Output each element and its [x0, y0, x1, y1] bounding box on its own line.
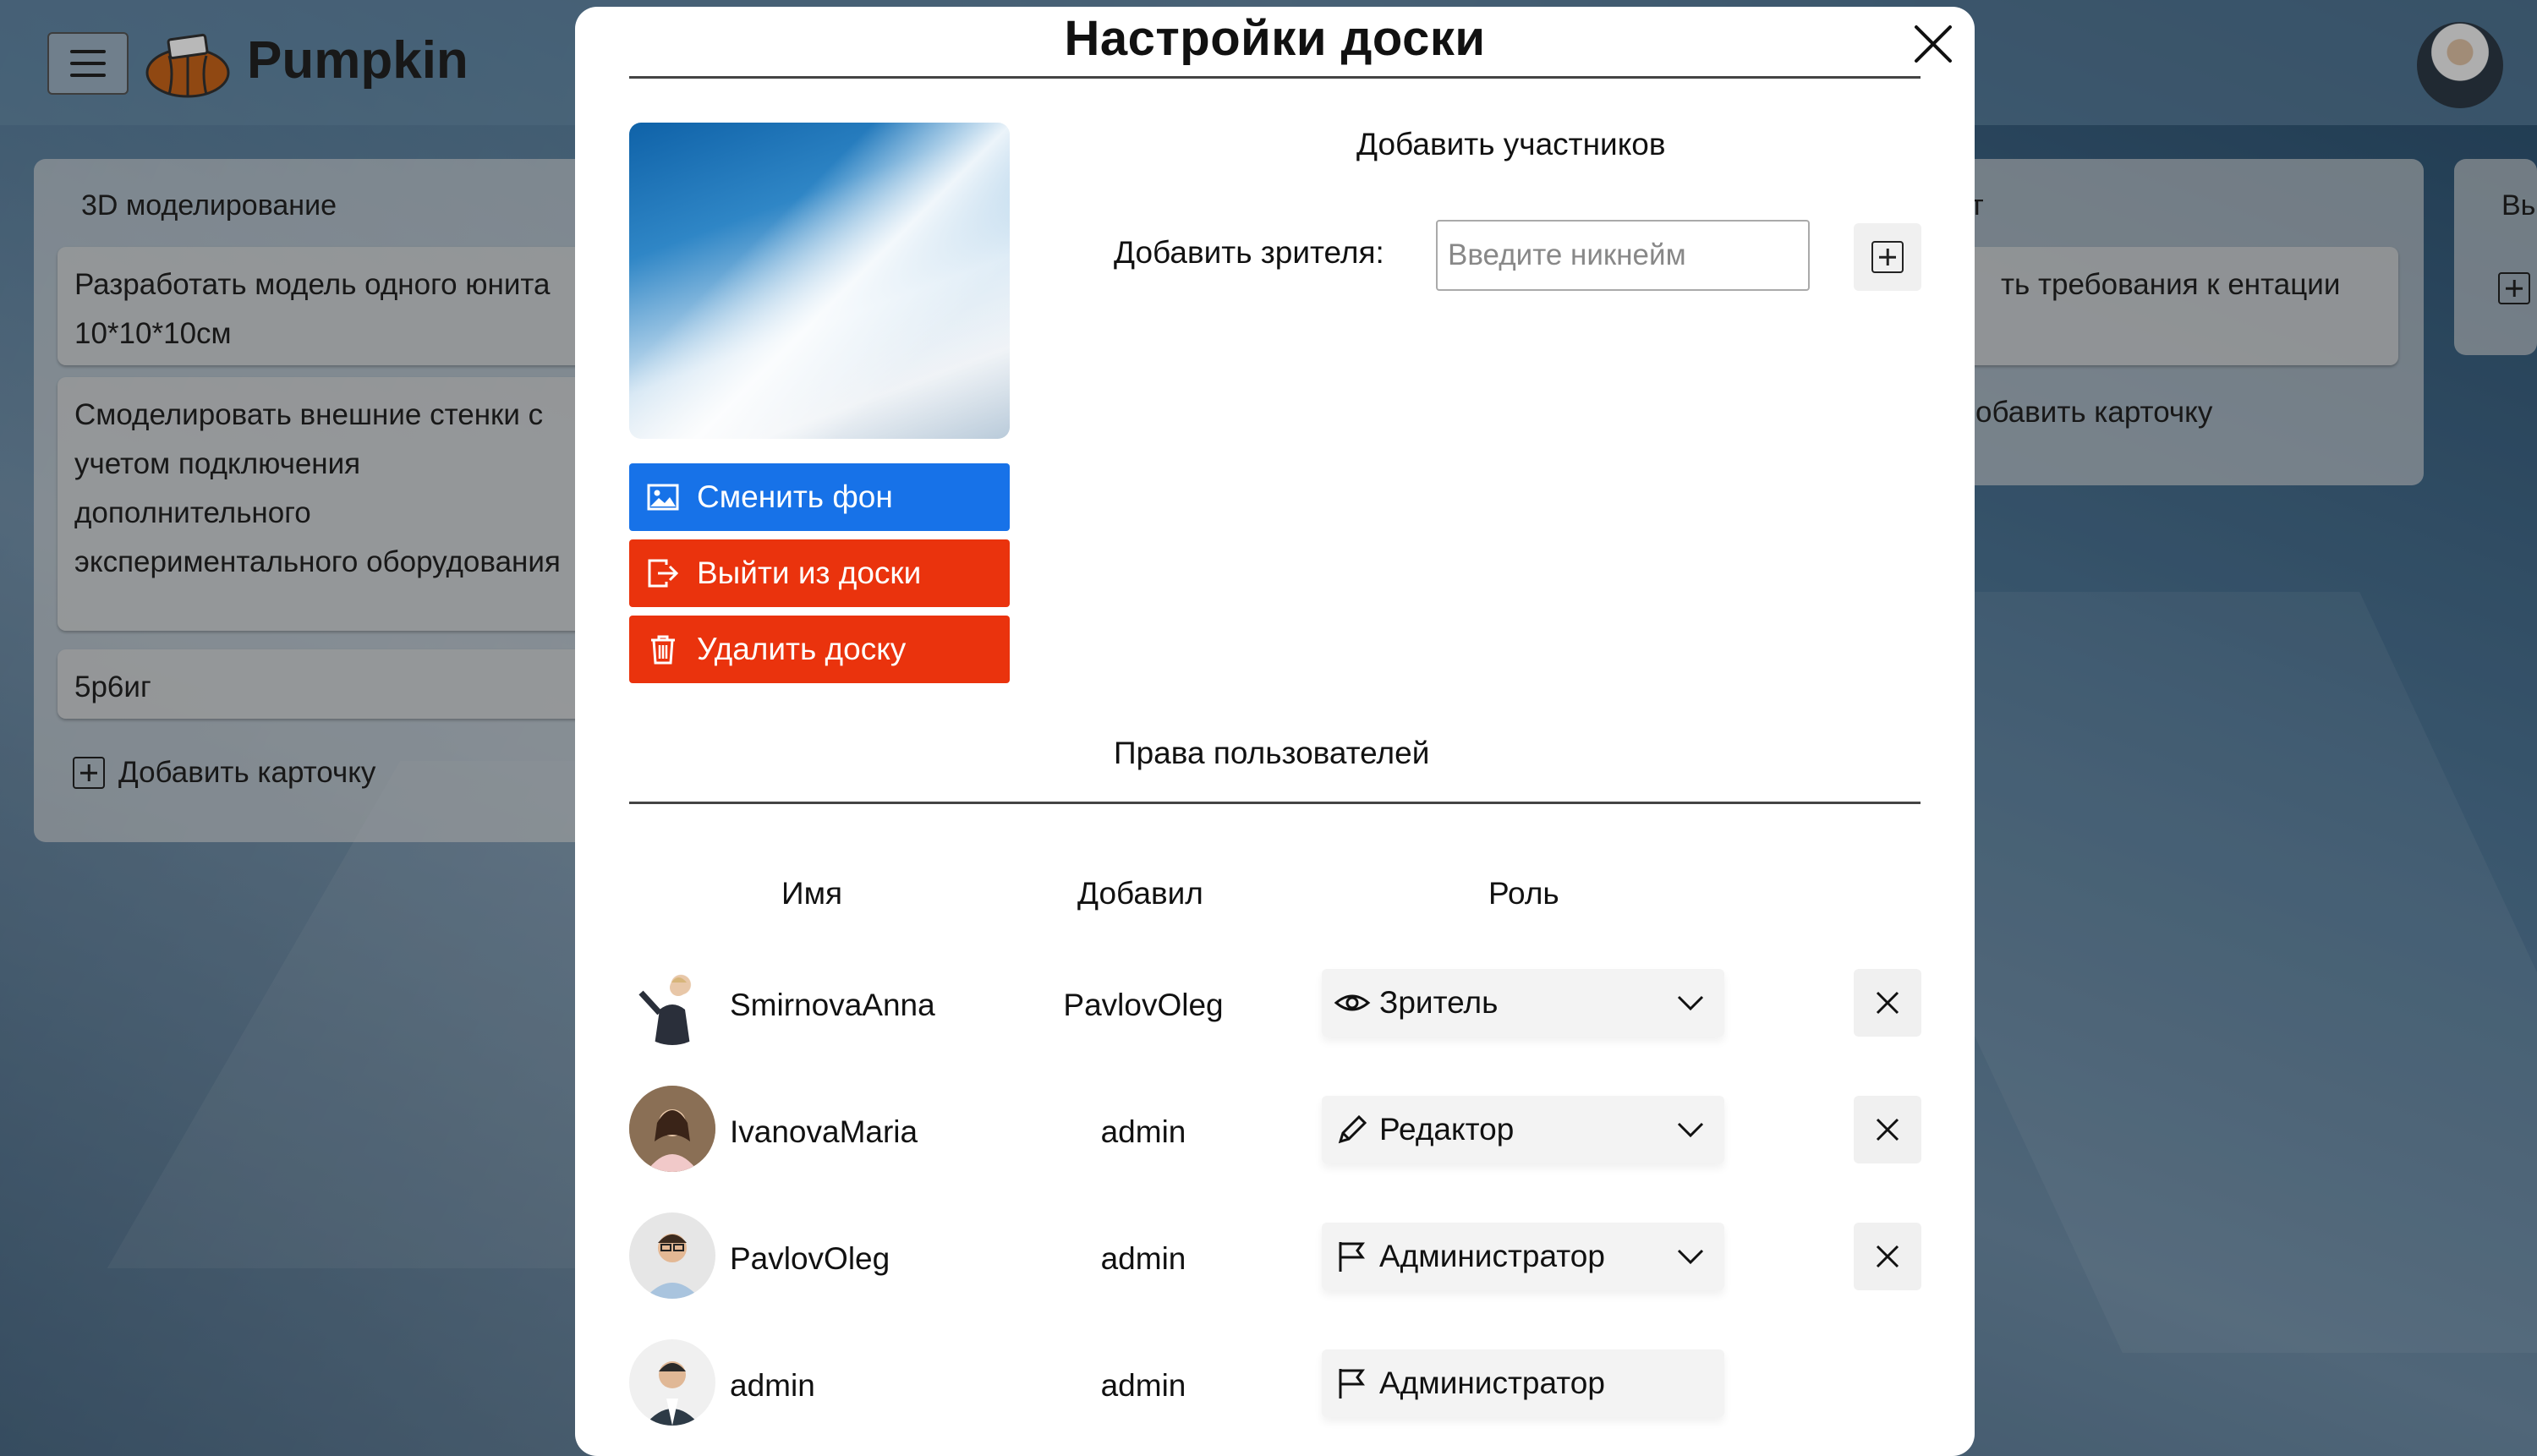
delete-board-button[interactable]: Удалить доску [629, 616, 1010, 683]
column-header-name: Имя [781, 876, 843, 911]
leave-board-label: Выйти из доски [697, 556, 922, 590]
flag-icon [1339, 1242, 1365, 1272]
modal-title: Настройки доски [1064, 11, 1486, 66]
added-by: admin [1100, 1368, 1186, 1403]
chevron-down-icon [1677, 1122, 1704, 1138]
role-label: Администратор [1379, 1366, 1605, 1400]
nickname-input[interactable] [1436, 220, 1810, 291]
change-background-label: Сменить фон [697, 479, 893, 514]
board-background-preview [629, 123, 1010, 439]
trash-icon [651, 635, 675, 665]
avatar-figure [644, 1361, 700, 1426]
delete-board-label: Удалить доску [697, 632, 907, 666]
plus-icon [1871, 241, 1904, 273]
role-label: Администратор [1379, 1239, 1605, 1273]
avatar [629, 1339, 715, 1426]
added-by: admin [1100, 1114, 1186, 1149]
role-select[interactable]: Редактор [1322, 1096, 1724, 1163]
title-divider [629, 76, 1921, 79]
column-header-added-by: Добавил [1077, 876, 1203, 911]
chevron-down-icon [1677, 1249, 1704, 1265]
pencil-icon [1338, 1114, 1367, 1144]
user-name: PavlovOleg [730, 1241, 890, 1276]
avatar-figure [638, 977, 690, 1045]
role-select[interactable]: Зритель [1322, 969, 1724, 1037]
role-label: Зритель [1379, 985, 1499, 1020]
chevron-down-icon [1677, 995, 1704, 1011]
rights-divider [629, 802, 1921, 804]
image-icon [647, 484, 679, 511]
avatar [629, 959, 715, 1045]
close-icon [1876, 1245, 1899, 1268]
avatar-figure [644, 1234, 700, 1299]
role-select[interactable]: Администратор [1322, 1223, 1724, 1290]
avatar [629, 1086, 715, 1172]
avatar [629, 1212, 715, 1299]
added-by: admin [1100, 1241, 1186, 1276]
user-name: IvanovaMaria [730, 1114, 918, 1149]
close-icon [1876, 1118, 1899, 1141]
remove-user-button[interactable] [1854, 1096, 1921, 1163]
add-viewer-label: Добавить зрителя: [1114, 235, 1384, 270]
column-header-role: Роль [1488, 876, 1559, 911]
close-icon [1876, 991, 1899, 1015]
flag-icon [1339, 1369, 1365, 1399]
user-name: SmirnovaAnna [730, 988, 935, 1022]
board-settings-modal: Настройки доски Сменить фон Выйти из дос… [575, 7, 1975, 1456]
role-display: Администратор [1322, 1349, 1724, 1417]
add-members-heading: Добавить участников [1356, 127, 1666, 161]
role-label: Редактор [1379, 1112, 1515, 1147]
change-background-button[interactable]: Сменить фон [629, 463, 1010, 531]
remove-user-button[interactable] [1854, 969, 1921, 1037]
add-viewer-button[interactable] [1854, 223, 1921, 291]
added-by: PavlovOleg [1063, 988, 1224, 1022]
avatar-figure [629, 1086, 715, 1172]
eye-icon [1334, 994, 1371, 1011]
exit-icon [648, 559, 679, 588]
leave-board-button[interactable]: Выйти из доски [629, 539, 1010, 607]
user-rights-heading: Права пользователей [1114, 736, 1430, 770]
user-name: admin [730, 1368, 815, 1403]
close-icon[interactable] [1911, 22, 1955, 66]
remove-user-button[interactable] [1854, 1223, 1921, 1290]
